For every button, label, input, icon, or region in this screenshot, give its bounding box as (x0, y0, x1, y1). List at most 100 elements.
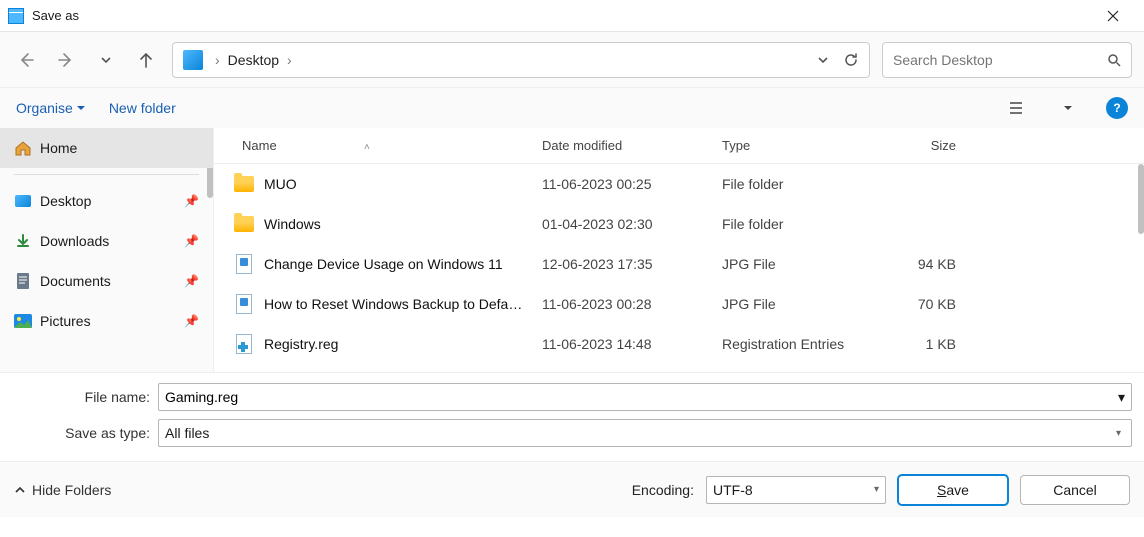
refresh-button[interactable] (837, 46, 865, 74)
filepane-scrollbar[interactable] (1138, 164, 1144, 234)
table-row[interactable]: Registry.reg11-06-2023 14:48Registration… (214, 324, 1144, 364)
image-file-icon (234, 255, 254, 273)
chevron-up-icon (14, 484, 26, 496)
address-bar[interactable]: › Desktop › (172, 42, 870, 78)
breadcrumb-separator-icon: › (281, 52, 298, 68)
sidebar-item-downloads[interactable]: Downloads 📌 (0, 221, 213, 261)
saveastype-label: Save as type: (12, 425, 158, 441)
table-row[interactable]: Windows 01-04-2023 02:30File folder (214, 204, 1144, 244)
close-icon (1107, 10, 1119, 22)
document-icon (14, 272, 32, 290)
search-bar[interactable] (882, 42, 1132, 78)
encoding-select[interactable]: UTF-8 ▾ (706, 476, 886, 504)
file-date: 01-04-2023 02:30 (534, 216, 714, 232)
sidebar-item-pictures[interactable]: Pictures 📌 (0, 301, 213, 341)
encoding-value: UTF-8 (713, 482, 874, 498)
new-folder-button[interactable]: New folder (109, 100, 176, 116)
table-row[interactable]: MUO 11-06-2023 00:25File folder (214, 164, 1144, 204)
arrow-left-icon (17, 51, 35, 69)
caret-down-icon (77, 104, 85, 112)
column-name[interactable]: Name˄ (214, 138, 534, 153)
view-dropdown[interactable] (1054, 94, 1082, 122)
file-size: 94 KB (864, 256, 964, 272)
hide-folders-label: Hide Folders (32, 482, 111, 498)
list-view-icon (1008, 100, 1024, 116)
footer: Hide Folders Encoding: UTF-8 ▾ Save Canc… (0, 461, 1144, 517)
file-name: Registry.reg (264, 336, 338, 352)
window-title: Save as (32, 8, 1090, 23)
refresh-icon (843, 52, 859, 68)
encoding-label: Encoding: (632, 482, 694, 498)
forward-button[interactable] (52, 46, 80, 74)
help-button[interactable]: ? (1106, 97, 1128, 119)
saveastype-value: All files (165, 425, 1112, 441)
hide-folders-button[interactable]: Hide Folders (14, 482, 111, 498)
recent-dropdown[interactable] (92, 46, 120, 74)
nav-row: › Desktop › (0, 32, 1144, 88)
file-type: File folder (714, 216, 864, 232)
search-input[interactable] (893, 52, 1107, 68)
sidebar-item-documents[interactable]: Documents 📌 (0, 261, 213, 301)
sidebar-divider (14, 174, 199, 175)
file-date: 12-06-2023 17:35 (534, 256, 714, 272)
chevron-down-icon (817, 54, 829, 66)
file-name: Windows (264, 216, 321, 232)
sidebar: Home Desktop 📌 Downloads 📌 Documents 📌 (0, 128, 214, 372)
sidebar-item-label: Downloads (40, 233, 109, 249)
file-name: Change Device Usage on Windows 11 (264, 256, 503, 272)
saveastype-select[interactable]: All files ▾ (158, 419, 1132, 447)
file-type: Registration Entries (714, 336, 864, 352)
column-size[interactable]: Size (864, 138, 964, 153)
arrow-up-icon (137, 51, 155, 69)
new-folder-label: New folder (109, 100, 176, 116)
save-button[interactable]: Save (898, 475, 1008, 505)
address-dropdown[interactable] (809, 46, 837, 74)
file-date: 11-06-2023 00:28 (534, 296, 714, 312)
sidebar-item-desktop[interactable]: Desktop 📌 (0, 181, 213, 221)
up-button[interactable] (132, 46, 160, 74)
file-pane: Name˄ Date modified Type Size MUO 11-06-2… (214, 128, 1144, 372)
desktop-icon (14, 192, 32, 210)
pin-icon: 📌 (184, 234, 199, 248)
pictures-icon (14, 312, 32, 330)
file-name: How to Reset Windows Backup to Defaul... (264, 296, 526, 312)
toolbar: Organise New folder ? (0, 88, 1144, 128)
titlebar: Save as (0, 0, 1144, 32)
table-row[interactable]: How to Reset Windows Backup to Defaul...… (214, 284, 1144, 324)
file-date: 11-06-2023 00:25 (534, 176, 714, 192)
chevron-down-icon (100, 54, 112, 66)
chevron-down-icon[interactable]: ▾ (1118, 389, 1125, 406)
arrow-right-icon (57, 51, 75, 69)
file-size: 1 KB (864, 336, 964, 352)
sidebar-item-label: Desktop (40, 193, 91, 209)
filename-input[interactable] (165, 389, 1118, 405)
column-type[interactable]: Type (714, 138, 864, 153)
column-headers: Name˄ Date modified Type Size (214, 128, 1144, 164)
cancel-button[interactable]: Cancel (1020, 475, 1130, 505)
column-date[interactable]: Date modified (534, 138, 714, 153)
pin-icon: 📌 (184, 314, 199, 328)
filename-label: File name: (12, 389, 158, 405)
home-icon (14, 139, 32, 157)
save-form: File name: ▾ Save as type: All files ▾ (0, 372, 1144, 461)
close-button[interactable] (1090, 0, 1136, 32)
file-name: MUO (264, 176, 297, 192)
reg-file-icon (234, 335, 254, 353)
breadcrumb-location[interactable]: Desktop (226, 52, 281, 68)
pin-icon: 📌 (184, 194, 199, 208)
table-row[interactable]: Change Device Usage on Windows 11 12-06-2… (214, 244, 1144, 284)
sort-indicator-icon: ˄ (364, 142, 370, 153)
view-mode-button[interactable] (1002, 94, 1030, 122)
body: Home Desktop 📌 Downloads 📌 Documents 📌 (0, 128, 1144, 372)
folder-icon (234, 215, 254, 233)
folder-icon (234, 175, 254, 193)
sidebar-item-home[interactable]: Home (0, 128, 213, 168)
organise-label: Organise (16, 100, 73, 116)
sidebar-item-label: Pictures (40, 313, 91, 329)
caret-down-icon (1064, 104, 1072, 112)
back-button[interactable] (12, 46, 40, 74)
filename-input-wrapper[interactable]: ▾ (158, 383, 1132, 411)
sidebar-item-label: Documents (40, 273, 111, 289)
file-type: File folder (714, 176, 864, 192)
organise-menu[interactable]: Organise (16, 100, 85, 116)
